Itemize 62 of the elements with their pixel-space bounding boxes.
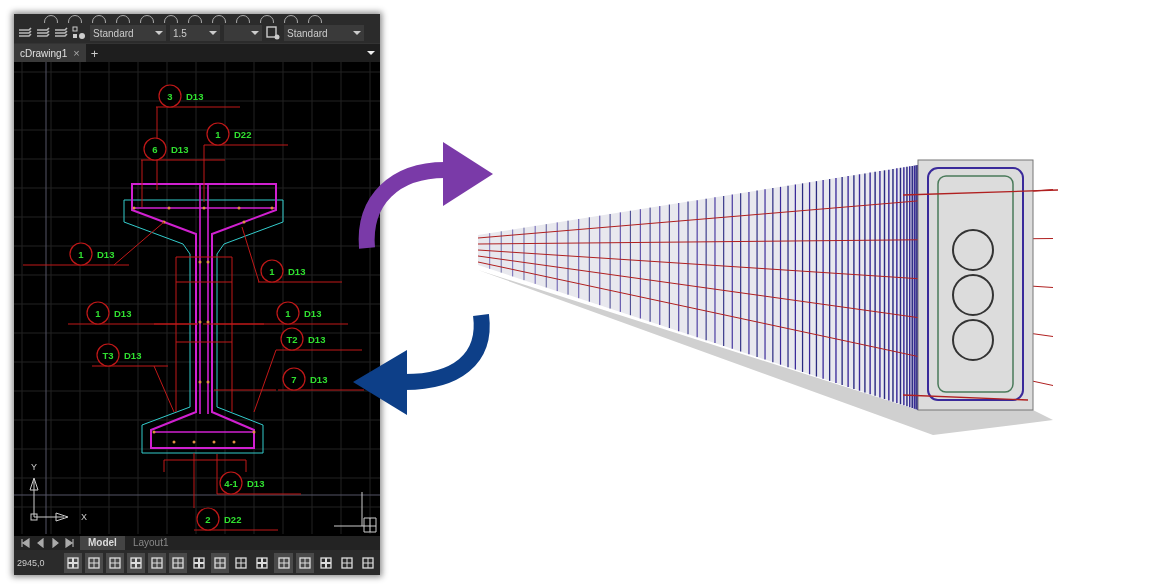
curved-arrow-icon (353, 314, 490, 415)
style-dropdown[interactable]: Standard (90, 25, 166, 41)
caret-icon (155, 31, 163, 35)
status-toggle[interactable] (63, 552, 82, 573)
bar-size-label: D13 (308, 333, 326, 345)
layers-icon[interactable] (54, 27, 68, 39)
layers-icon[interactable] (18, 27, 32, 39)
caret-icon (209, 31, 217, 35)
callout-bubble: 2 (196, 507, 220, 531)
callout-bubble: T2 (280, 327, 304, 351)
layout-tab[interactable]: Layout1 (124, 536, 177, 550)
callout-bubble: 6 (143, 137, 167, 161)
callout-bubble: 1 (69, 242, 93, 266)
status-toggle[interactable] (169, 552, 188, 573)
ucs-axis-drawing (29, 477, 69, 522)
first-page-icon[interactable] (20, 538, 30, 548)
last-page-icon[interactable] (65, 538, 75, 548)
bar-size-label: D13 (124, 349, 142, 361)
callout-bubble: 1 (276, 301, 300, 325)
bar-size-label: D13 (288, 265, 306, 277)
status-toggle[interactable] (211, 552, 230, 573)
close-tab-button[interactable]: × (73, 47, 80, 59)
bar-size-label: D13 (114, 307, 132, 319)
bar-size-label: D13 (97, 248, 115, 260)
text-style-icon[interactable] (72, 26, 86, 40)
axis-label: Y (31, 462, 37, 472)
style-dropdown[interactable]: Standard (284, 25, 364, 41)
layers-icon[interactable] (36, 27, 50, 39)
coordinate-readout: 2945,0 (17, 557, 45, 568)
caret-icon (353, 31, 361, 35)
bar-size-label: D22 (224, 513, 242, 525)
status-toggle[interactable] (126, 552, 145, 573)
bar-size-label: D13 (186, 90, 204, 102)
bar-size-label: D13 (304, 307, 322, 319)
callout-bubble: 4-1 (219, 471, 243, 495)
status-toggle[interactable] (274, 552, 293, 573)
bar-size-label: D13 (171, 143, 189, 155)
caret-icon (251, 31, 259, 35)
style-dropdown[interactable]: 1.5 (170, 25, 220, 41)
previous-page-icon[interactable] (35, 538, 45, 548)
curved-arrow-icon (358, 142, 493, 249)
status-toggle[interactable] (147, 552, 166, 573)
document-tab[interactable]: cDrawing1 × (14, 44, 86, 62)
bar-size-label: D22 (234, 128, 252, 140)
next-page-icon[interactable] (50, 538, 60, 548)
tab-menu-icon[interactable] (367, 51, 375, 55)
bar-size-label: D13 (247, 477, 265, 489)
bar-size-label: D13 (310, 373, 328, 385)
new-tab-button[interactable]: + (85, 44, 104, 62)
callout-bubble: 3 (158, 84, 182, 108)
callout-bubble: 1 (206, 122, 230, 146)
callout-bubble: 1 (260, 259, 284, 283)
status-toggle[interactable] (84, 552, 103, 573)
callout-bubble: T3 (96, 343, 120, 367)
axis-label: X (81, 512, 87, 522)
dimension-style-icon[interactable] (266, 26, 280, 40)
layout-tab[interactable]: Model (80, 536, 125, 550)
callout-bubble: 1 (86, 301, 110, 325)
status-toggle[interactable] (295, 552, 314, 573)
callout-bubble: 7 (282, 367, 306, 391)
viewport-corner-icon (333, 491, 377, 533)
status-toggle[interactable] (105, 552, 124, 573)
